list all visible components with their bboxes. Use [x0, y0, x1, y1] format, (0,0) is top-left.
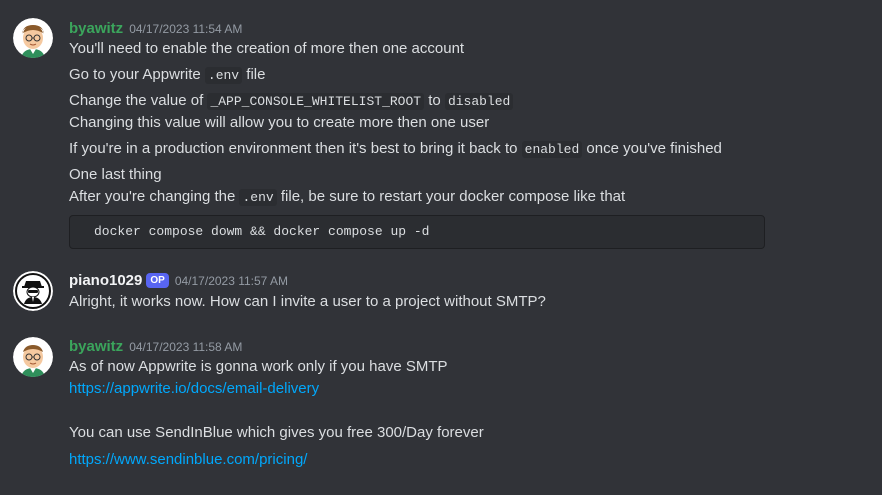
username[interactable]: piano1029 — [69, 272, 142, 289]
sendinblue-pricing-link[interactable]: https://www.sendinblue.com/pricing/ — [69, 451, 307, 468]
timestamp[interactable]: 04/17/2023 11:57 AM — [175, 274, 288, 288]
avatar[interactable] — [13, 18, 53, 58]
message-line: https://www.sendinblue.com/pricing/ — [69, 450, 307, 470]
message-line: Change the value of _APP_CONSOLE_WHITELI… — [69, 91, 514, 112]
message-header: byawitz 04/17/2023 11:54 AM — [69, 20, 242, 38]
message-line: Alright, it works now. How can I invite … — [69, 293, 546, 310]
message-line: After you're changing the .env file, be … — [69, 187, 625, 208]
text: If you're in a production environment th… — [69, 140, 522, 157]
code-block-text: docker compose dowm && docker compose up… — [94, 224, 430, 239]
email-delivery-link[interactable]: https://appwrite.io/docs/email-delivery — [69, 380, 319, 397]
avatar-cartoon-icon — [13, 337, 53, 377]
timestamp[interactable]: 04/17/2023 11:54 AM — [129, 22, 242, 36]
text: After you're changing the — [69, 188, 240, 205]
avatar[interactable] — [13, 337, 53, 377]
message-line: Changing this value will allow you to cr… — [69, 114, 490, 131]
message-line: You'll need to enable the creation of mo… — [69, 40, 465, 57]
text: file, be sure to restart your docker com… — [276, 188, 626, 205]
inline-code: enabled — [521, 141, 583, 158]
message-line: One last thing — [69, 166, 162, 183]
avatar-spy-icon — [13, 271, 53, 311]
op-badge: OP — [146, 273, 169, 288]
code-block[interactable]: docker compose dowm && docker compose up… — [69, 215, 765, 249]
message-line: You can use SendInBlue which gives you f… — [69, 424, 484, 441]
inline-code: .env — [239, 189, 277, 206]
message-header: byawitz 04/17/2023 11:58 AM — [69, 338, 242, 356]
inline-code: .env — [204, 67, 243, 84]
avatar-cartoon-icon — [13, 18, 53, 58]
username[interactable]: byawitz — [69, 20, 123, 37]
avatar[interactable] — [13, 271, 53, 311]
message-line: Go to your Appwrite .env file — [69, 65, 265, 86]
text: Change the value of — [69, 92, 208, 109]
text: file — [242, 66, 266, 83]
timestamp[interactable]: 04/17/2023 11:58 AM — [129, 340, 242, 354]
text: once you've finished — [582, 140, 722, 157]
text: to — [424, 92, 445, 109]
message-line: If you're in a production environment th… — [69, 139, 722, 160]
inline-code: disabled — [444, 93, 514, 110]
inline-code: _APP_CONSOLE_WHITELIST_ROOT — [207, 93, 425, 110]
text: Go to your Appwrite — [69, 66, 205, 83]
username[interactable]: byawitz — [69, 338, 123, 355]
message-line: As of now Appwrite is gonna work only if… — [69, 358, 448, 375]
message-line: https://appwrite.io/docs/email-delivery — [69, 379, 319, 399]
message-header: piano1029 OP 04/17/2023 11:57 AM — [69, 272, 288, 290]
